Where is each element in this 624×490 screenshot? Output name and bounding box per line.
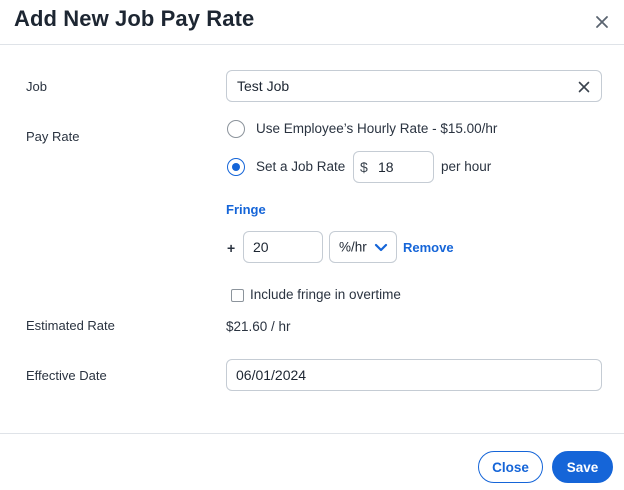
chevron-down-icon (374, 243, 388, 252)
hourly-rate-radio[interactable] (227, 120, 245, 138)
close-icon[interactable] (591, 11, 613, 33)
pay-rate-label: Pay Rate (26, 129, 80, 144)
save-button[interactable]: Save (552, 451, 613, 483)
include-fringe-overtime-label: Include fringe in overtime (250, 287, 401, 302)
effective-date-value: 06/01/2024 (236, 367, 307, 383)
job-value: Test Job (237, 78, 290, 94)
rate-suffix: per hour (441, 159, 492, 174)
hourly-rate-option-label: Use Employee’s Hourly Rate - $15.00/hr (256, 121, 498, 136)
dialog-header: Add New Job Pay Rate (0, 0, 624, 45)
job-rate-radio[interactable] (227, 158, 245, 176)
job-rate-value: 18 (378, 159, 394, 175)
remove-fringe-link[interactable]: Remove (403, 240, 454, 255)
fringe-heading: Fringe (226, 202, 266, 217)
fringe-unit-value: %/hr (339, 239, 367, 255)
currency-symbol: $ (360, 159, 368, 175)
job-rate-input[interactable]: $ 18 (353, 151, 434, 183)
include-fringe-overtime-checkbox[interactable] (231, 289, 244, 302)
effective-date-label: Effective Date (26, 368, 107, 383)
clear-icon[interactable] (577, 80, 591, 94)
fringe-unit-select[interactable]: %/hr (329, 231, 397, 263)
effective-date-input[interactable]: 06/01/2024 (226, 359, 602, 391)
estimated-rate-label: Estimated Rate (26, 318, 115, 333)
job-label: Job (26, 79, 47, 94)
fringe-plus: + (227, 240, 236, 256)
job-rate-option-label: Set a Job Rate (256, 159, 346, 174)
dialog-footer: Close Save (0, 433, 624, 490)
job-select[interactable]: Test Job (226, 70, 602, 102)
close-button[interactable]: Close (478, 451, 543, 483)
fringe-amount-value: 20 (253, 239, 269, 255)
add-job-pay-rate-dialog: Add New Job Pay Rate Job Test Job Pay Ra… (0, 0, 624, 490)
estimated-rate-value: $21.60 / hr (226, 319, 291, 334)
dialog-title: Add New Job Pay Rate (14, 6, 255, 31)
fringe-amount-input[interactable]: 20 (243, 231, 323, 263)
